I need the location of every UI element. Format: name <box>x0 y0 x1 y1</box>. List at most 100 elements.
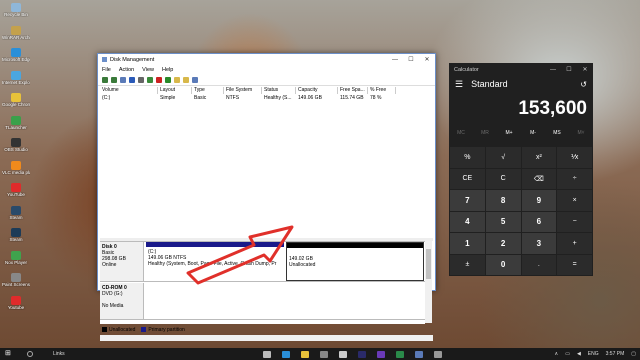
calc-key[interactable]: 3 <box>521 233 557 254</box>
desktop-icon[interactable]: YouTube <box>2 182 30 205</box>
history-icon[interactable]: ↺ <box>580 80 587 89</box>
calc-key[interactable]: 4 <box>450 211 485 232</box>
folder-icon[interactable] <box>174 76 180 83</box>
back-icon[interactable] <box>102 76 108 83</box>
maximize-button[interactable]: ☐ <box>403 56 419 63</box>
calc-key[interactable]: . <box>521 254 557 275</box>
taskbar-visual-studio-icon[interactable] <box>376 350 385 358</box>
col-volume[interactable]: Volume <box>100 87 158 94</box>
memory-button[interactable]: MC <box>449 130 473 136</box>
col-percent-free[interactable]: % Free <box>368 87 396 94</box>
memory-button[interactable]: M+ <box>497 130 521 136</box>
calc-maximize-button[interactable]: ☐ <box>561 66 577 73</box>
disk-map-scrollbar[interactable] <box>425 241 432 323</box>
check-icon[interactable] <box>165 76 171 83</box>
hamburger-menu-icon[interactable]: ☰ <box>455 79 463 90</box>
calc-key[interactable]: 2 <box>485 233 521 254</box>
calc-key[interactable]: 8 <box>485 190 521 211</box>
calculator-title-bar[interactable]: Calculator — ☐ ✕ <box>449 63 593 76</box>
taskbar-task-view-icon[interactable] <box>262 350 271 358</box>
col-free-space[interactable]: Free Spa... <box>338 87 368 94</box>
notifications-icon[interactable]: ▢ <box>631 351 636 357</box>
calc-key[interactable]: √ <box>485 147 521 168</box>
desktop-icon[interactable]: Google Chrome <box>2 92 30 115</box>
disk-0-info[interactable]: Disk 0 Basic 298.08 GB Online <box>100 242 144 281</box>
calc-key[interactable]: 9 <box>521 190 557 211</box>
calc-key[interactable]: 1 <box>450 233 485 254</box>
col-type[interactable]: Type <box>192 87 224 94</box>
col-status[interactable]: Status <box>262 87 296 94</box>
cdrom-0-row[interactable]: CD-ROM 0 DVD (G:) No Media <box>100 283 425 320</box>
view-icon[interactable] <box>192 76 198 83</box>
col-file-system[interactable]: File System <box>224 87 262 94</box>
calc-key[interactable]: = <box>557 254 592 275</box>
menu-help[interactable]: Help <box>162 67 173 73</box>
connect-icon[interactable] <box>147 76 153 83</box>
desktop-icon[interactable]: Youtube <box>2 295 30 318</box>
horizontal-scrollbar[interactable] <box>100 335 433 341</box>
forward-icon[interactable] <box>111 76 117 83</box>
memory-button[interactable]: M- <box>521 130 545 136</box>
links-toolbar[interactable]: Links <box>53 351 65 357</box>
help-icon[interactable] <box>129 76 135 83</box>
calc-key[interactable]: − <box>557 211 592 232</box>
calc-key[interactable]: 6 <box>521 211 557 232</box>
calc-key[interactable]: + <box>557 233 592 254</box>
volume-icon[interactable]: ◀ <box>577 351 581 357</box>
calc-key[interactable]: CE <box>450 168 485 189</box>
delete-icon[interactable] <box>156 76 162 83</box>
col-capacity[interactable]: Capacity <box>296 87 338 94</box>
calc-key[interactable]: × <box>557 190 592 211</box>
cdrom-0-info[interactable]: CD-ROM 0 DVD (G:) No Media <box>100 283 144 319</box>
language-indicator[interactable]: ENG <box>588 351 599 357</box>
clock[interactable]: 3:57 PM <box>606 351 625 357</box>
menu-file[interactable]: File <box>102 67 111 73</box>
menu-view[interactable]: View <box>142 67 154 73</box>
calc-key[interactable]: % <box>450 147 485 168</box>
scrollbar-thumb[interactable] <box>426 249 431 279</box>
calc-key[interactable]: ÷ <box>557 168 592 189</box>
taskbar-excel-icon[interactable] <box>395 350 404 358</box>
calc-key[interactable]: ⅟x <box>557 147 592 168</box>
desktop-icon[interactable]: TLauncher <box>2 115 30 138</box>
calc-key[interactable]: x² <box>521 147 557 168</box>
close-button[interactable]: ✕ <box>419 56 435 63</box>
open-icon[interactable] <box>183 76 189 83</box>
calc-key[interactable]: 0 <box>485 254 521 275</box>
search-icon[interactable] <box>27 351 33 357</box>
taskbar-store-icon[interactable] <box>319 350 328 358</box>
calc-key[interactable]: 5 <box>485 211 521 232</box>
memory-button[interactable]: MS <box>545 130 569 136</box>
calc-key[interactable]: ± <box>450 254 485 275</box>
properties-icon[interactable] <box>120 76 126 83</box>
desktop-icon[interactable]: Paint Screenshots <box>2 272 30 295</box>
desktop-icon[interactable]: Recycle Bin <box>2 2 30 25</box>
col-layout[interactable]: Layout <box>158 87 192 94</box>
taskbar-edge-icon[interactable] <box>281 350 290 358</box>
title-bar[interactable]: Disk Management — ☐ ✕ <box>98 54 435 65</box>
memory-button[interactable]: MR <box>473 130 497 136</box>
start-button[interactable]: ⊞ <box>5 350 15 358</box>
taskbar-disk-management-icon[interactable] <box>414 350 423 358</box>
calc-key[interactable]: ⌫ <box>521 168 557 189</box>
desktop-icon[interactable]: Internet Explorer <box>2 70 30 93</box>
desktop-icon[interactable]: WinRAR Archive <box>2 25 30 48</box>
menu-action[interactable]: Action <box>119 67 134 73</box>
network-icon[interactable]: ▭ <box>565 351 570 357</box>
calc-key[interactable]: C <box>485 168 521 189</box>
calc-close-button[interactable]: ✕ <box>577 66 593 73</box>
taskbar-calculator-icon[interactable] <box>433 350 442 358</box>
partition-unallocated[interactable]: 149.02 GB Unallocated <box>286 242 424 281</box>
desktop-icon[interactable]: Microsoft Edge <box>2 47 30 70</box>
calc-key[interactable]: 7 <box>450 190 485 211</box>
tray-overflow-icon[interactable]: ∧ <box>555 351 559 357</box>
desktop-icon[interactable]: OBS Studio <box>2 137 30 160</box>
calc-minimize-button[interactable]: — <box>545 67 561 73</box>
desktop-icon[interactable]: Nox Player <box>2 250 30 273</box>
desktop-icon[interactable]: VLC media player <box>2 160 30 183</box>
table-row[interactable]: (C:) Simple Basic NTFS Healthy (S... 149… <box>100 94 433 101</box>
taskbar-mail-icon[interactable] <box>338 350 347 358</box>
minimize-button[interactable]: — <box>387 57 403 63</box>
desktop-icon[interactable]: Steam <box>2 205 30 228</box>
memory-button[interactable]: M˅ <box>569 130 593 136</box>
